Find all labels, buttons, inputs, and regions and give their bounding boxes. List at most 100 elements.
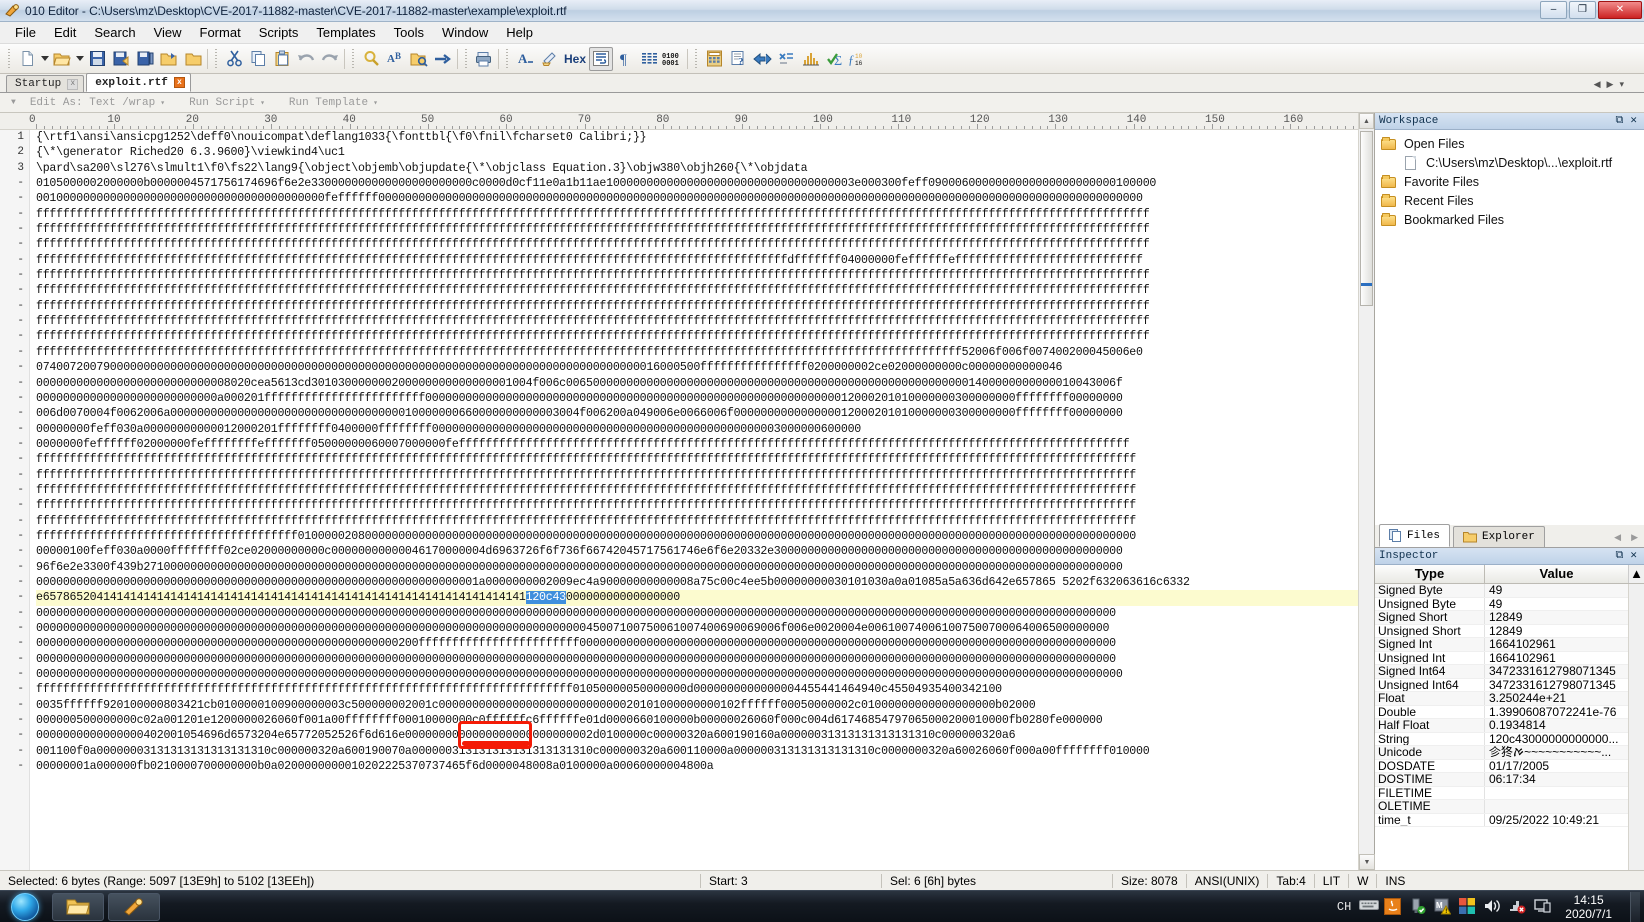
- base-convert-icon[interactable]: ƒ 10 16: [846, 47, 870, 71]
- tab-exploit-rtf[interactable]: exploit.rtf x: [86, 73, 191, 92]
- text-line[interactable]: 00000000feff030a00000000000012000201ffff…: [36, 422, 1374, 437]
- hex-mode-label[interactable]: Hex: [561, 52, 589, 66]
- status-encoding[interactable]: ANSI(UNIX): [1187, 872, 1268, 890]
- tab-files[interactable]: Files: [1379, 524, 1451, 547]
- workspace-item-bookmarked-files[interactable]: Bookmarked Files: [1377, 210, 1644, 229]
- edit-as-dropdown[interactable]: Edit As: Text /wrap ▾: [30, 97, 165, 109]
- inspector-row[interactable]: Signed Int 1664102961: [1375, 638, 1644, 652]
- selected-bytes[interactable]: 120c43: [525, 591, 566, 605]
- run-template-dropdown[interactable]: Run Template ▾: [289, 97, 378, 109]
- editor-vertical-scrollbar[interactable]: ▲ ▼: [1358, 113, 1375, 870]
- ime-indicator[interactable]: CH: [1337, 900, 1351, 914]
- columns-icon[interactable]: [637, 47, 661, 71]
- binary-icon[interactable]: 0100 0001: [661, 47, 685, 71]
- redo-icon[interactable]: [318, 47, 342, 71]
- toolbar-grip-6[interactable]: [693, 48, 700, 69]
- inspector-row[interactable]: Float 3.250244e+21: [1375, 692, 1644, 706]
- inspector-scroll-up-button[interactable]: ▲: [1628, 565, 1644, 583]
- inspector-float-icon[interactable]: ⧉: [1616, 550, 1624, 562]
- text-line[interactable]: 00000001a000000fb0210000700000000b0a0200…: [36, 759, 1374, 774]
- paste-icon[interactable]: [270, 47, 294, 71]
- paragraph-icon[interactable]: ¶: [613, 47, 637, 71]
- text-line[interactable]: 0000000000000000000000000000000000000000…: [36, 636, 1374, 651]
- taskbar-file-explorer[interactable]: [52, 892, 104, 921]
- scroll-up-button[interactable]: ▲: [1359, 113, 1374, 129]
- inspector-row[interactable]: String 120c43000000000000...: [1375, 732, 1644, 746]
- text-line[interactable]: 001100f0a00000003131313131313131310c0000…: [36, 744, 1374, 759]
- calculator-icon[interactable]: [702, 47, 726, 71]
- run-script-dropdown[interactable]: Run Script ▾: [189, 97, 265, 109]
- tab-exploit-rtf-close-icon[interactable]: x: [173, 77, 185, 88]
- text-line[interactable]: ffffffffffffffffffffffffffffffffffffffff…: [36, 498, 1374, 513]
- text-line[interactable]: ffffffffffffffffffffffffffffffffffffffff…: [36, 452, 1374, 467]
- text-line[interactable]: 0000000feffffff02000000feffffffffeffffff…: [36, 437, 1374, 452]
- volume-icon[interactable]: [1484, 898, 1501, 915]
- show-desktop-button[interactable]: [1630, 891, 1640, 922]
- verify-icon[interactable]: Σ: [822, 47, 846, 71]
- open-file-icon[interactable]: [50, 47, 74, 71]
- text-line[interactable]: 006d0070004f0062006a00000000000000000000…: [36, 406, 1374, 421]
- text-line-highlighted[interactable]: e657865204141414141414141414141414141414…: [36, 590, 1374, 606]
- tab-list-icon[interactable]: ▾: [1619, 79, 1624, 90]
- text-line[interactable]: 96f6e2e3300f439b271000000000000000000000…: [36, 560, 1374, 575]
- usb-safe-icon[interactable]: [1409, 898, 1426, 915]
- toolbar-grip-3[interactable]: [350, 48, 356, 69]
- inspector-row[interactable]: Unsigned Int 1664102961: [1375, 651, 1644, 665]
- clock[interactable]: 14:15 2020/7/1: [1559, 893, 1622, 921]
- inspector-row[interactable]: Unsigned Int64 3472331612798071345: [1375, 678, 1644, 692]
- text-line[interactable]: ffffffffffffffffffffffffffffffffffffffff…: [36, 314, 1374, 329]
- text-line[interactable]: ffffffffffffffffffffffffffffffffffffffff…: [36, 237, 1374, 252]
- text-line[interactable]: 000000500000000c02a001201e1200000026060f…: [36, 713, 1374, 728]
- antivirus-warning-icon[interactable]: M!: [1434, 898, 1452, 915]
- close-file-icon[interactable]: [181, 47, 205, 71]
- inspector-row[interactable]: DOSDATE 01/17/2005: [1375, 759, 1644, 773]
- inspector-col-type[interactable]: Type: [1375, 565, 1485, 583]
- find-replace-icon[interactable]: AB: [383, 47, 407, 71]
- menu-edit[interactable]: Edit: [45, 23, 85, 42]
- text-line[interactable]: \pard\sa200\sl276\slmult1\f0\fs22\lang9{…: [36, 161, 1374, 176]
- inspector-row[interactable]: Signed Byte 49: [1375, 584, 1644, 598]
- text-line[interactable]: 0000000000000000000000000000000000000000…: [36, 575, 1374, 590]
- goto-icon[interactable]: [431, 47, 455, 71]
- cut-icon[interactable]: [222, 47, 246, 71]
- text-line[interactable]: 0010000000000000000000000000000000000000…: [36, 191, 1374, 206]
- toolbar-grip-2[interactable]: [213, 48, 219, 69]
- inspector-row[interactable]: Signed Int64 3472331612798071345: [1375, 665, 1644, 679]
- maximize-button[interactable]: ❐: [1569, 1, 1596, 19]
- text-line[interactable]: ffffffffffffffffffffffffffffffffffffffff…: [36, 222, 1374, 237]
- text-line[interactable]: 0105000002000000b0000004571756174696f6e2…: [36, 176, 1374, 191]
- text-line[interactable]: ffffffffffffffffffffffffffffffffffffffff…: [36, 253, 1374, 268]
- workspace-item-recent-files[interactable]: Recent Files: [1377, 191, 1644, 210]
- open-folder-icon[interactable]: [157, 47, 181, 71]
- tab-startup[interactable]: Startup x: [6, 75, 85, 92]
- inspector-row[interactable]: Unsigned Byte 49: [1375, 597, 1644, 611]
- inspector-row[interactable]: Unsigned Short 12849: [1375, 624, 1644, 638]
- inspector-col-value[interactable]: Value: [1485, 565, 1628, 583]
- text-line[interactable]: ffffffffffffffffffffffffffffffffffffffff…: [36, 207, 1374, 222]
- open-file-dropdown-icon[interactable]: [74, 47, 85, 71]
- font-icon[interactable]: A: [513, 47, 537, 71]
- checksum-icon[interactable]: [774, 47, 798, 71]
- compare-icon[interactable]: [750, 47, 774, 71]
- tab-prev-icon[interactable]: ◀: [1594, 79, 1601, 90]
- text-line[interactable]: 0000000000000000000000000000000000000000…: [36, 606, 1374, 621]
- menu-window[interactable]: Window: [433, 23, 497, 42]
- windows-icon[interactable]: [1459, 898, 1476, 915]
- save-icon[interactable]: [85, 47, 109, 71]
- histogram-icon[interactable]: [798, 47, 822, 71]
- workspace-close-icon[interactable]: ✕: [1630, 115, 1637, 127]
- text-line[interactable]: ffffffffffffffffffffffffffffffffffffffff…: [36, 682, 1374, 697]
- inspector-row[interactable]: Unicode 㐱㹣ࠀ~~~~~~~~~~~...: [1375, 746, 1644, 760]
- text-line[interactable]: ffffffffffffffffffffffffffffffffffffffff…: [36, 514, 1374, 529]
- inspector-row[interactable]: DOSTIME 06:17:34: [1375, 773, 1644, 787]
- inspector-row[interactable]: Double 1.39906087072241e-76: [1375, 705, 1644, 719]
- text-line[interactable]: 0035ffffff920100000803421cb0100000100900…: [36, 698, 1374, 713]
- undo-icon[interactable]: [294, 47, 318, 71]
- text-line[interactable]: ffffffffffffffffffffffffffffffffffffffff…: [36, 483, 1374, 498]
- text-line[interactable]: 0000000000000000000000000000000000000000…: [36, 652, 1374, 667]
- text-line[interactable]: 0740072007900000000000000000000000000000…: [36, 360, 1374, 375]
- menu-templates[interactable]: Templates: [307, 23, 384, 42]
- network-error-icon[interactable]: [1509, 898, 1526, 915]
- toolbar-grip[interactable]: [6, 48, 12, 69]
- workspace-item-open-files[interactable]: Open Files: [1377, 134, 1644, 153]
